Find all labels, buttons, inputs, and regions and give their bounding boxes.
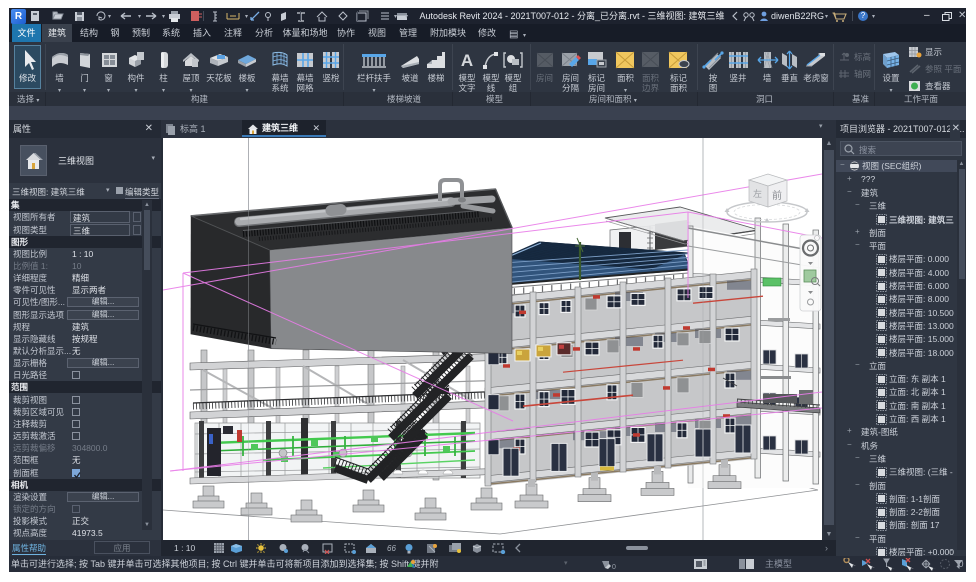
svg-text:A: A — [461, 51, 473, 70]
svg-text:左: 左 — [753, 188, 762, 199]
svg-text:66: 66 — [387, 544, 396, 553]
svg-text:0: 0 — [612, 564, 616, 570]
svg-text:前: 前 — [772, 189, 782, 202]
